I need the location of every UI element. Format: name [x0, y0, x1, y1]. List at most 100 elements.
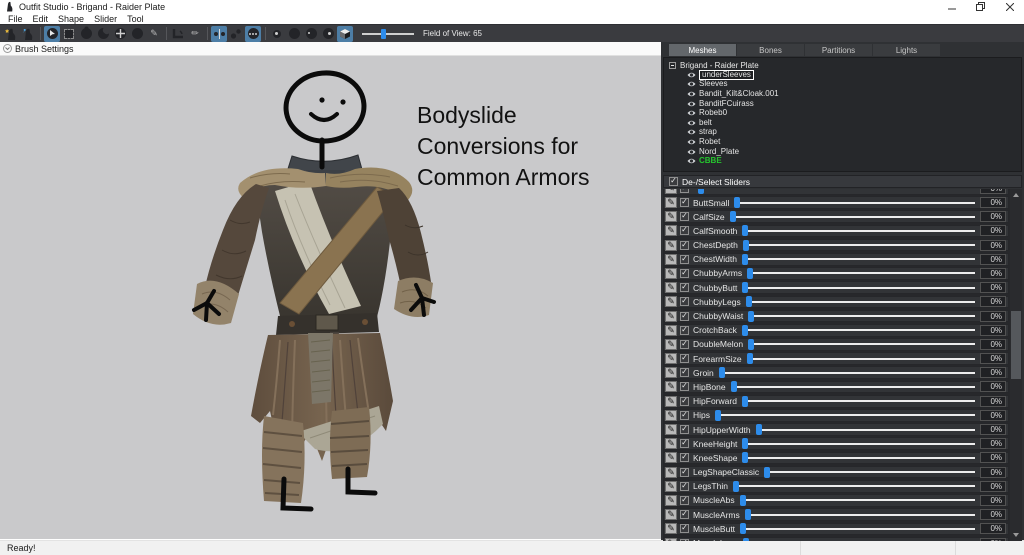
slider-edit-button[interactable]: ✎: [665, 523, 677, 535]
slider-edit-button[interactable]: ✎: [665, 409, 677, 421]
slider-checkbox[interactable]: ✓: [680, 254, 689, 264]
slider-edit-button[interactable]: ✎: [665, 424, 677, 436]
chevron-down-icon[interactable]: [3, 44, 12, 53]
scroll-down-icon[interactable]: [1013, 533, 1019, 537]
slider-track[interactable]: [746, 353, 975, 365]
slider-checkbox[interactable]: ✓: [680, 439, 689, 449]
visibility-eye-icon[interactable]: [687, 158, 696, 164]
slider-checkbox[interactable]: ✓: [680, 297, 689, 307]
slider-edit-button[interactable]: ✎: [665, 438, 677, 450]
slider-edit-button[interactable]: ✎: [665, 494, 677, 506]
select-brush-icon[interactable]: [44, 25, 60, 42]
menu-item[interactable]: Edit: [28, 14, 54, 24]
slider-track[interactable]: [741, 253, 975, 265]
visibility-eye-icon[interactable]: [687, 139, 696, 145]
slider-track[interactable]: [742, 438, 975, 450]
slider-checkbox[interactable]: ✓: [680, 396, 689, 406]
minimize-button[interactable]: [937, 0, 966, 13]
slider-checkbox[interactable]: ✓: [680, 226, 689, 236]
slider-edit-button[interactable]: ✎: [665, 509, 677, 521]
save-project-icon[interactable]: [20, 26, 36, 42]
slider-edit-button[interactable]: ✎: [665, 267, 677, 279]
panel-tab[interactable]: Bones: [737, 44, 804, 56]
move-brush-icon[interactable]: [112, 26, 128, 42]
slider-track[interactable]: [698, 189, 975, 194]
slider-checkbox[interactable]: ✓: [680, 198, 689, 208]
slider-track[interactable]: [742, 452, 975, 464]
slider-checkbox[interactable]: ✓: [680, 339, 689, 349]
slider-edit-button[interactable]: ✎: [665, 296, 677, 308]
slider-edit-button[interactable]: ✎: [665, 381, 677, 393]
slider-checkbox[interactable]: ✓: [680, 212, 689, 222]
slider-edit-button[interactable]: ✎: [665, 452, 677, 464]
slider-checkbox[interactable]: ✓: [680, 240, 689, 250]
scroll-up-icon[interactable]: [1013, 193, 1019, 197]
visibility-eye-icon[interactable]: [687, 149, 696, 155]
slider-checkbox[interactable]: ✓: [680, 354, 689, 364]
slider-track[interactable]: [741, 324, 975, 336]
slider-edit-button[interactable]: ✎: [665, 537, 677, 541]
panel-tab[interactable]: Lights: [873, 44, 940, 56]
mesh-item[interactable]: Nord_Plate: [669, 147, 1021, 157]
slider-track[interactable]: [742, 239, 975, 251]
fov-slider-track[interactable]: [362, 28, 414, 39]
slider-edit-button[interactable]: ✎: [665, 189, 677, 194]
select-all-checkbox[interactable]: ✓: [669, 177, 678, 186]
slider-track[interactable]: [748, 310, 975, 322]
slider-checkbox[interactable]: ✓: [680, 189, 689, 193]
slider-edit-button[interactable]: ✎: [665, 480, 677, 492]
close-button[interactable]: [995, 0, 1024, 13]
slider-track[interactable]: [755, 424, 975, 436]
visibility-eye-icon[interactable]: [687, 72, 696, 78]
slider-checkbox[interactable]: ✓: [680, 467, 689, 477]
slider-checkbox[interactable]: ✓: [680, 382, 689, 392]
slider-track[interactable]: [764, 466, 975, 478]
transform-tool-icon[interactable]: [170, 26, 186, 42]
slider-scrollbar[interactable]: [1010, 189, 1022, 541]
brush-falloff-3-icon[interactable]: [303, 26, 319, 42]
slider-track[interactable]: [740, 523, 975, 535]
global-brush-icon[interactable]: [245, 25, 261, 42]
slider-checkbox[interactable]: ✓: [680, 410, 689, 420]
slider-edit-button[interactable]: ✎: [665, 353, 677, 365]
slider-checkbox[interactable]: ✓: [680, 538, 689, 541]
visibility-eye-icon[interactable]: [687, 91, 696, 97]
slider-track[interactable]: [742, 225, 975, 237]
slider-track[interactable]: [734, 197, 975, 209]
slider-edit-button[interactable]: ✎: [665, 338, 677, 350]
mesh-item[interactable]: Robet: [669, 137, 1021, 147]
mask-brush-icon[interactable]: [61, 26, 77, 42]
slider-checkbox[interactable]: ✓: [680, 311, 689, 321]
weight-brush-icon[interactable]: ✎: [146, 26, 162, 42]
title-bar[interactable]: Outfit Studio - Brigand - Raider Plate: [0, 0, 1024, 13]
slider-edit-button[interactable]: ✎: [665, 324, 677, 336]
deselect-sliders-header[interactable]: ✓ De-/Select Sliders: [663, 175, 1022, 188]
panel-tab[interactable]: Partitions: [805, 44, 872, 56]
slider-track[interactable]: [715, 409, 975, 421]
slider-edit-button[interactable]: ✎: [665, 239, 677, 251]
slider-track[interactable]: [739, 494, 975, 506]
connected-only-icon[interactable]: [228, 26, 244, 42]
slider-track[interactable]: [744, 509, 975, 521]
visibility-eye-icon[interactable]: [687, 110, 696, 116]
slider-edit-button[interactable]: ✎: [665, 395, 677, 407]
mesh-item[interactable]: BanditFCuirass: [669, 99, 1021, 109]
panel-tab[interactable]: Meshes: [669, 44, 736, 56]
mesh-item[interactable]: belt: [669, 118, 1021, 128]
maximize-button[interactable]: [966, 0, 995, 13]
mesh-tree-root[interactable]: Brigand - Raider Plate: [669, 60, 1021, 70]
slider-track[interactable]: [745, 296, 975, 308]
slider-track[interactable]: [732, 480, 975, 492]
mesh-item[interactable]: Bandit_Kilt&Cloak.001: [669, 89, 1021, 99]
slider-edit-button[interactable]: ✎: [665, 225, 677, 237]
slider-checkbox[interactable]: ✓: [680, 495, 689, 505]
mesh-item[interactable]: strap: [669, 128, 1021, 138]
slider-track[interactable]: [730, 381, 975, 393]
slider-checkbox[interactable]: ✓: [680, 453, 689, 463]
load-project-icon[interactable]: [3, 26, 19, 42]
slider-thumb[interactable]: [698, 189, 704, 194]
slider-edit-button[interactable]: ✎: [665, 197, 677, 209]
visibility-eye-icon[interactable]: [687, 129, 696, 135]
menu-item[interactable]: Slider: [89, 14, 122, 24]
x-mirror-icon[interactable]: [211, 25, 227, 42]
